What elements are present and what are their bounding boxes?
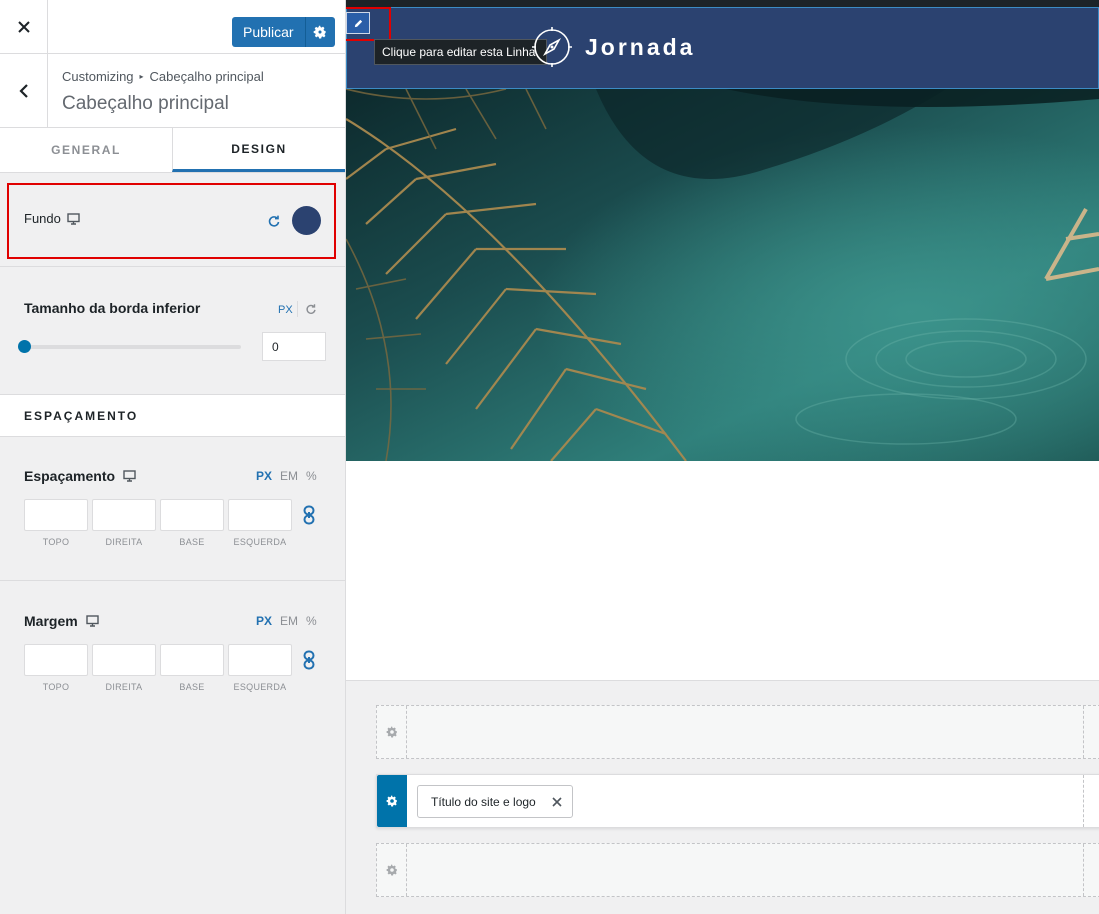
- unit-px-toggle[interactable]: PX: [256, 614, 272, 628]
- divider: [0, 580, 345, 581]
- close-icon: [552, 796, 562, 807]
- unit-em-toggle[interactable]: EM: [280, 614, 298, 628]
- gear-icon: [386, 795, 397, 807]
- breadcrumb-root: Customizing: [62, 69, 134, 84]
- reset-icon[interactable]: [266, 213, 282, 229]
- unit-px-toggle[interactable]: PX: [256, 469, 272, 483]
- padding-bottom-label: BASE: [179, 537, 205, 547]
- padding-top-input[interactable]: [24, 499, 88, 531]
- remove-item-button[interactable]: [552, 796, 562, 807]
- border-size-label: Tamanho da borda inferior: [24, 300, 201, 316]
- close-customizer-button[interactable]: [0, 0, 48, 54]
- gear-icon: [386, 864, 397, 876]
- breadcrumb-current: Cabeçalho principal: [149, 69, 264, 84]
- unit-percent-toggle[interactable]: %: [306, 469, 317, 483]
- padding-right-input[interactable]: [92, 499, 156, 531]
- builder-row-bottom[interactable]: [376, 843, 1099, 897]
- margin-label: Margem: [24, 613, 99, 629]
- color-swatch[interactable]: [292, 206, 321, 235]
- site-preview: Clique para editar esta Linha. Jornada: [346, 0, 1099, 680]
- desktop-icon[interactable]: [67, 212, 80, 225]
- divider: [1083, 706, 1084, 758]
- padding-label-text: Espaçamento: [24, 468, 116, 484]
- link-values-icon[interactable]: [301, 505, 317, 525]
- margin-top-input[interactable]: [24, 644, 88, 676]
- header-builder: Título do site e logo: [346, 680, 1099, 914]
- padding-right-label: DIREITA: [105, 537, 143, 547]
- site-title-logo-chip[interactable]: Título do site e logo: [417, 785, 573, 818]
- row-settings-button[interactable]: [377, 775, 407, 827]
- row-settings-button[interactable]: [377, 706, 407, 758]
- hero-image: [346, 89, 1099, 461]
- publish-button[interactable]: Publicar: [232, 17, 305, 47]
- customizer-sidebar: Publicar Customizing ▸ Cabeçalho princip…: [0, 0, 346, 914]
- site-logo[interactable]: Jornada: [531, 26, 695, 68]
- margin-right-input[interactable]: [92, 644, 156, 676]
- section-title: Cabeçalho principal: [62, 93, 229, 114]
- padding-unit-switcher: PX EM %: [256, 469, 317, 483]
- edit-row-button[interactable]: [346, 12, 370, 34]
- padding-top-label: TOPO: [42, 537, 70, 547]
- compass-icon: [532, 27, 572, 67]
- chip-label: Título do site e logo: [431, 794, 536, 809]
- customizer-topbar: Publicar: [0, 0, 345, 54]
- margin-left-input[interactable]: [228, 644, 292, 676]
- row-settings-button[interactable]: [377, 844, 407, 896]
- chevron-left-icon: [18, 83, 28, 98]
- slider-handle[interactable]: [18, 340, 31, 353]
- padding-left-label: ESQUERDA: [233, 537, 287, 547]
- reset-icon[interactable]: [304, 302, 318, 316]
- margin-label-text: Margem: [24, 613, 78, 629]
- divider: [1083, 775, 1084, 827]
- unit-percent-toggle[interactable]: %: [306, 614, 317, 628]
- tab-design[interactable]: DESIGN: [172, 128, 345, 172]
- builder-row-top[interactable]: [376, 705, 1099, 759]
- close-icon: [17, 21, 30, 33]
- gear-icon: [386, 726, 397, 738]
- tab-general[interactable]: GENERAL: [0, 128, 172, 172]
- margin-left-label: ESQUERDA: [233, 682, 287, 692]
- hero-photo: [346, 89, 1099, 461]
- tab-bar: GENERAL DESIGN: [0, 128, 345, 173]
- border-size-slider[interactable]: [24, 345, 241, 349]
- publish-settings-button[interactable]: [304, 17, 335, 47]
- preview-top-strip: [346, 0, 1099, 7]
- pencil-icon: [354, 19, 362, 27]
- padding-left-input[interactable]: [228, 499, 292, 531]
- back-button[interactable]: [0, 54, 48, 127]
- fundo-label-text: Fundo: [24, 211, 61, 226]
- link-values-icon[interactable]: [301, 650, 317, 670]
- desktop-icon[interactable]: [85, 615, 99, 627]
- fundo-label: Fundo: [24, 211, 80, 226]
- breadcrumb-separator: ▸: [139, 72, 144, 81]
- unit-px-toggle[interactable]: PX: [278, 304, 293, 316]
- section-header: Customizing ▸ Cabeçalho principal Cabeça…: [0, 54, 345, 128]
- margin-bottom-label: BASE: [179, 682, 205, 692]
- spacing-section-header: ESPAÇAMENTO: [0, 394, 345, 437]
- margin-unit-switcher: PX EM %: [256, 614, 317, 628]
- unit-em-toggle[interactable]: EM: [280, 469, 298, 483]
- gear-icon: [313, 25, 326, 39]
- edit-row-tooltip: Clique para editar esta Linha.: [374, 39, 547, 65]
- divider: [1083, 844, 1084, 896]
- border-size-input[interactable]: 0: [262, 332, 326, 361]
- publish-group: Publicar: [232, 17, 335, 47]
- padding-bottom-input[interactable]: [160, 499, 224, 531]
- main-header-row[interactable]: Clique para editar esta Linha. Jornada: [346, 7, 1099, 89]
- builder-row-main[interactable]: Título do site e logo: [376, 774, 1099, 828]
- desktop-icon[interactable]: [123, 470, 136, 482]
- highlight-box-edit: [346, 7, 391, 41]
- divider: [297, 301, 298, 317]
- margin-top-label: TOPO: [42, 682, 70, 692]
- padding-label: Espaçamento: [24, 468, 136, 484]
- margin-bottom-input[interactable]: [160, 644, 224, 676]
- site-title: Jornada: [585, 33, 696, 60]
- divider: [0, 266, 345, 267]
- breadcrumb: Customizing ▸ Cabeçalho principal: [62, 69, 264, 84]
- margin-right-label: DIREITA: [105, 682, 143, 692]
